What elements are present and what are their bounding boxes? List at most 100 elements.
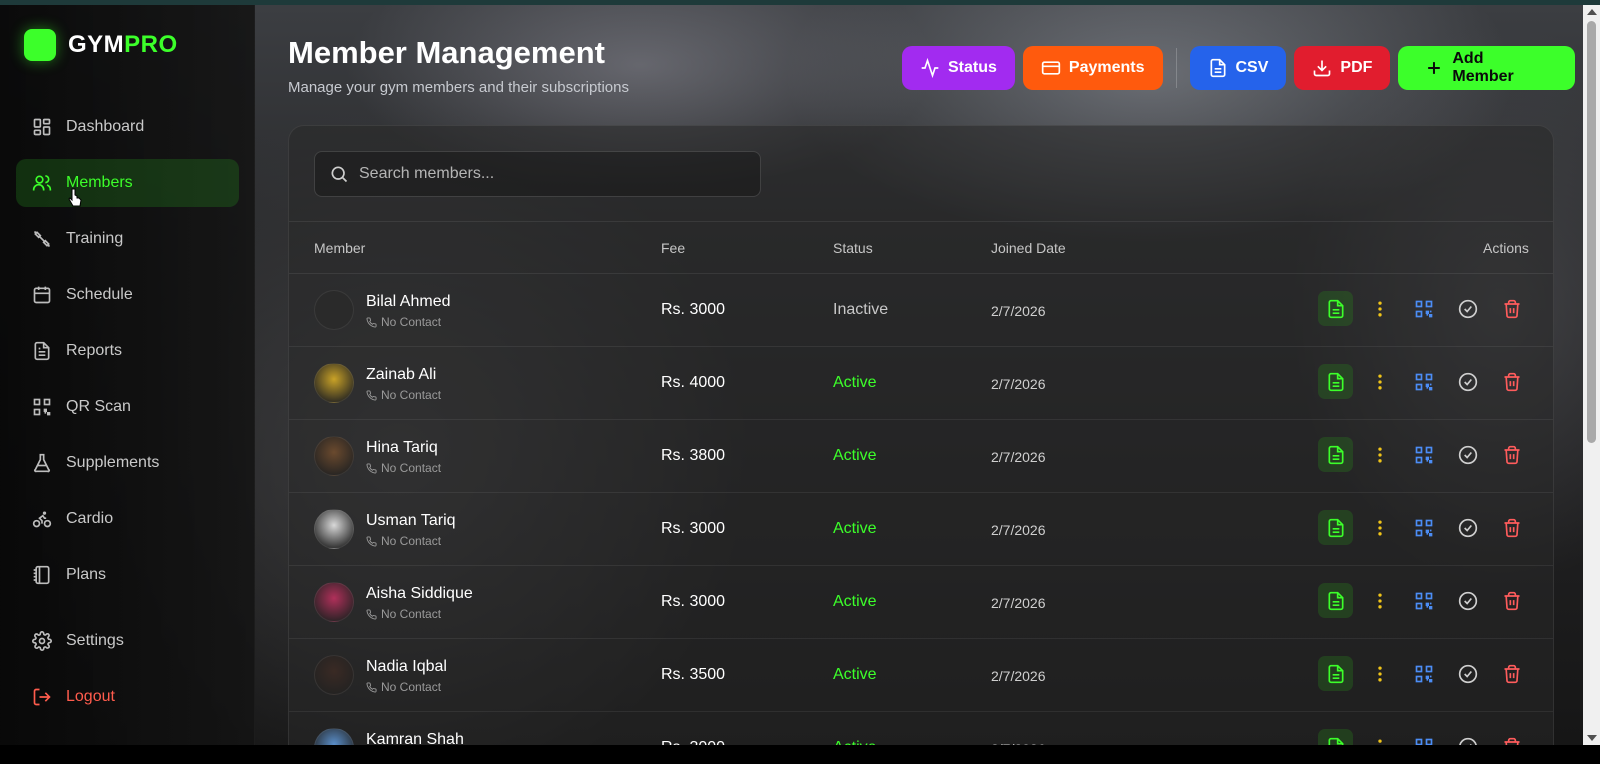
column-header-member[interactable]: Member: [314, 240, 365, 256]
delete-button[interactable]: [1494, 729, 1529, 745]
sidebar-item-settings[interactable]: Settings: [16, 617, 239, 665]
member-joined-date: 2/7/2026: [991, 303, 1046, 319]
more-options-button[interactable]: [1362, 364, 1397, 399]
delete-button[interactable]: [1494, 437, 1529, 472]
mark-paid-button[interactable]: [1450, 364, 1485, 399]
sidebar-item-logout[interactable]: Logout: [16, 673, 239, 721]
sidebar: GYMPRO Dashboard Members Training Schedu…: [0, 5, 255, 745]
trash-icon: [1504, 518, 1519, 537]
qr-code-button[interactable]: [1406, 364, 1441, 399]
pdf-export-button[interactable]: PDF: [1294, 46, 1391, 90]
member-contact-text: No Contact: [381, 315, 442, 329]
delete-button[interactable]: [1494, 510, 1529, 545]
sidebar-item-dashboard[interactable]: Dashboard: [16, 103, 239, 151]
qr-code-button[interactable]: [1406, 437, 1441, 472]
sidebar-item-schedule[interactable]: Schedule: [16, 271, 239, 319]
member-name: Usman Tariq: [366, 512, 456, 529]
delete-button[interactable]: [1494, 364, 1529, 399]
column-header-fee[interactable]: Fee: [661, 240, 685, 256]
search-input[interactable]: [359, 165, 739, 183]
csv-export-button[interactable]: CSV: [1189, 46, 1287, 90]
view-details-button[interactable]: [1318, 291, 1353, 326]
table-row[interactable]: Kamran Shah No Contact Rs. 3000 Active 2…: [289, 712, 1553, 745]
toolbar-divider: [1175, 48, 1177, 88]
avatar[interactable]: [314, 363, 354, 403]
table-row[interactable]: Hina Tariq No Contact Rs. 3800 Active 2/…: [289, 420, 1553, 493]
mark-paid-button[interactable]: [1450, 291, 1485, 326]
brand-name: GYMPRO: [68, 31, 178, 59]
add-member-button[interactable]: Add Member: [1398, 46, 1575, 90]
phone-icon: [366, 535, 377, 546]
avatar[interactable]: [314, 290, 354, 330]
sidebar-item-label: Cardio: [66, 510, 114, 527]
search-box[interactable]: [314, 151, 761, 197]
column-header-status[interactable]: Status: [833, 240, 873, 256]
qr-code-icon: [1415, 665, 1432, 682]
column-header-joined[interactable]: Joined Date: [991, 240, 1066, 256]
more-options-button[interactable]: [1362, 656, 1397, 691]
payments-button[interactable]: Payments: [1022, 46, 1163, 90]
qr-code-button[interactable]: [1406, 583, 1441, 618]
avatar[interactable]: [314, 436, 354, 476]
view-details-button[interactable]: [1318, 583, 1353, 618]
trash-icon: [1504, 591, 1519, 610]
sidebar-item-training[interactable]: Training: [16, 215, 239, 263]
more-options-button[interactable]: [1362, 729, 1397, 745]
more-options-button[interactable]: [1362, 437, 1397, 472]
scrollbar-thumb[interactable]: [1587, 21, 1596, 443]
sidebar-item-plans[interactable]: Plans: [16, 551, 239, 599]
mark-paid-button[interactable]: [1450, 583, 1485, 618]
table-row[interactable]: Usman Tariq No Contact Rs. 3000 Active 2…: [289, 493, 1553, 566]
avatar[interactable]: [314, 655, 354, 695]
qr-code-button[interactable]: [1406, 510, 1441, 545]
mark-paid-button[interactable]: [1450, 437, 1485, 472]
sidebar-item-members[interactable]: Members: [16, 159, 239, 207]
sidebar-item-qr-scan[interactable]: QR Scan: [16, 383, 239, 431]
qr-code-button[interactable]: [1406, 656, 1441, 691]
delete-button[interactable]: [1494, 656, 1529, 691]
sidebar-item-cardio[interactable]: Cardio: [16, 495, 239, 543]
payments-button-label: Payments: [1068, 59, 1145, 76]
avatar[interactable]: [314, 728, 354, 745]
scroll-up-icon[interactable]: [1587, 9, 1597, 15]
more-options-button[interactable]: [1362, 583, 1397, 618]
member-contact: No Contact: [366, 680, 441, 694]
delete-button[interactable]: [1494, 583, 1529, 618]
status-button[interactable]: Status: [902, 46, 1015, 90]
qr-code-button[interactable]: [1406, 291, 1441, 326]
member-name: Zainab Ali: [366, 366, 437, 383]
more-vertical-icon: [1377, 739, 1382, 745]
brand[interactable]: GYMPRO: [24, 29, 178, 61]
view-details-button[interactable]: [1318, 656, 1353, 691]
more-options-button[interactable]: [1362, 510, 1397, 545]
table-row[interactable]: Zainab Ali No Contact Rs. 4000 Active 2/…: [289, 347, 1553, 420]
member-contact-text: No Contact: [381, 461, 442, 475]
view-details-button[interactable]: [1318, 364, 1353, 399]
more-vertical-icon: [1377, 666, 1382, 681]
table-row[interactable]: Aisha Siddique No Contact Rs. 3000 Activ…: [289, 566, 1553, 639]
page-title: Member Management: [288, 35, 605, 70]
mark-paid-button[interactable]: [1450, 729, 1485, 745]
scroll-down-icon[interactable]: [1587, 735, 1597, 741]
member-contact-text: No Contact: [381, 607, 442, 621]
calendar-icon: [33, 286, 51, 304]
delete-button[interactable]: [1494, 291, 1529, 326]
plus-icon: [1428, 62, 1441, 74]
table-row[interactable]: Nadia Iqbal No Contact Rs. 3500 Active 2…: [289, 639, 1553, 712]
avatar[interactable]: [314, 509, 354, 549]
view-details-button[interactable]: [1318, 510, 1353, 545]
more-options-button[interactable]: [1362, 291, 1397, 326]
mark-paid-button[interactable]: [1450, 510, 1485, 545]
view-details-button[interactable]: [1318, 729, 1353, 745]
sidebar-item-reports[interactable]: Reports: [16, 327, 239, 375]
qr-code-button[interactable]: [1406, 729, 1441, 745]
page-scrollbar[interactable]: [1583, 5, 1600, 745]
qr-code-icon: [1415, 592, 1432, 609]
view-details-button[interactable]: [1318, 437, 1353, 472]
member-contact-text: No Contact: [381, 534, 442, 548]
table-row[interactable]: Bilal Ahmed No Contact Rs. 3000 Inactive…: [289, 274, 1553, 347]
mark-paid-button[interactable]: [1450, 656, 1485, 691]
avatar[interactable]: [314, 582, 354, 622]
logout-icon: [33, 688, 51, 706]
sidebar-item-supplements[interactable]: Supplements: [16, 439, 239, 487]
